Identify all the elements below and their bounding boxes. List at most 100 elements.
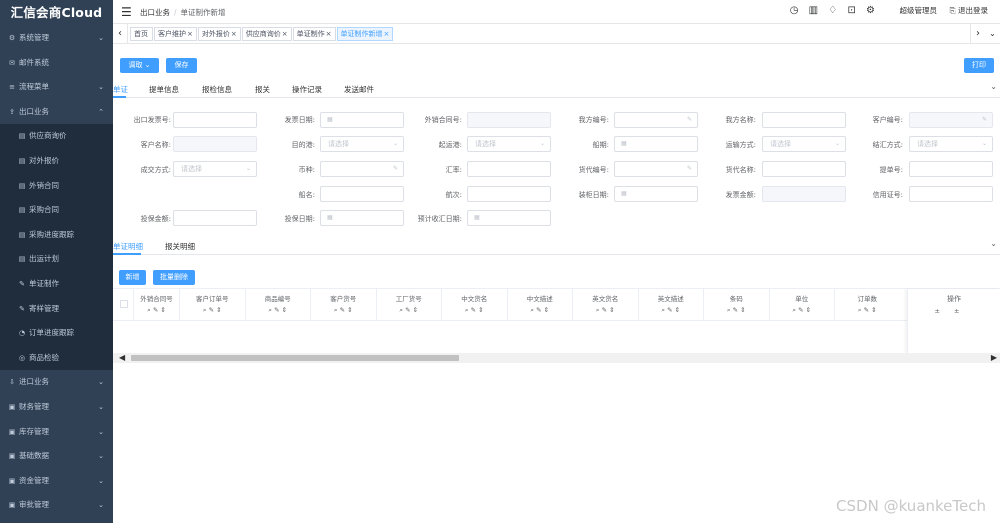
tab-tag[interactable]: 单证制作× — [292, 27, 336, 41]
sidebar-item[interactable]: ▤ 供应商询价 — [0, 124, 113, 149]
tab-tag[interactable]: 单证制作新增× — [336, 27, 394, 41]
sidebar-item[interactable]: ✎ 单证制作 — [0, 271, 113, 297]
column-tools[interactable]: ⌕ ✎ ⇕ — [508, 306, 573, 315]
sidebar-item[interactable]: ▣ 库存管理 ⌄ — [0, 420, 113, 445]
sidebar-item[interactable]: ⇪ 出口业务 ⌃ — [0, 100, 113, 125]
batch-delete-button[interactable]: 批量删除 — [153, 270, 195, 285]
sidebar-item[interactable]: ▤ 外销合同 — [0, 173, 113, 199]
chevron-right-icon[interactable]: › — [970, 24, 985, 44]
fetch-button[interactable]: 调取 ⌄ — [120, 58, 159, 73]
close-icon[interactable]: × — [326, 30, 332, 38]
sidebar-item[interactable]: ▣ 审批管理 ⌄ — [0, 493, 113, 518]
column-tools[interactable]: ⌕ ✎ ⇕ — [770, 306, 835, 315]
chevron-down-icon[interactable]: ⌄ — [985, 24, 1000, 44]
edit-icon[interactable]: ✎ — [393, 162, 398, 176]
tab-tag[interactable]: 供应商询价× — [241, 27, 292, 41]
tab-tag[interactable]: 首页 — [130, 27, 153, 41]
invoice-no-input[interactable] — [173, 112, 257, 128]
close-icon[interactable]: × — [187, 30, 193, 38]
exchange-rate-input[interactable] — [467, 161, 551, 177]
load-port-select[interactable]: 请选择 ⌄ — [467, 136, 551, 152]
column-tools[interactable]: ⌕ ✎ ⇕ — [180, 306, 245, 315]
forwarder-no-input[interactable]: ✎ — [614, 161, 698, 177]
tab-customs[interactable]: 报关 — [255, 84, 270, 95]
sidebar-item[interactable]: ▤ 出运计划 — [0, 247, 113, 272]
column-tools[interactable]: ⌕ ✎ ⇕ — [377, 306, 442, 315]
currency-input[interactable]: ✎ — [320, 161, 404, 177]
close-icon[interactable]: × — [384, 30, 390, 38]
tab-inspection-info[interactable]: 报检信息 — [202, 84, 232, 95]
scroll-thumb[interactable] — [131, 355, 459, 361]
vessel-name-input[interactable] — [320, 186, 404, 202]
user-menu[interactable]: 超级管理员 — [900, 5, 938, 16]
settlement-select[interactable]: 请选择 ⌄ — [909, 136, 993, 152]
logout-button[interactable]: ⎘ 退出登录 — [950, 5, 988, 16]
print-button[interactable]: 打印 — [964, 58, 994, 73]
our-no-input[interactable]: ✎ — [614, 112, 698, 128]
gear-icon[interactable]: ⚙ — [866, 5, 875, 16]
lc-no-input[interactable] — [909, 186, 993, 202]
voyage-input[interactable] — [467, 186, 551, 202]
column-tools[interactable]: ⌕ ✎ ⇕ — [134, 306, 179, 315]
select-all-checkbox[interactable] — [120, 300, 128, 308]
tab-operation-log[interactable]: 操作记录 — [292, 84, 322, 95]
chevron-left-icon[interactable]: ‹ — [113, 24, 128, 44]
sidebar-item[interactable]: ≡ 流程菜单 ⌄ — [0, 75, 113, 100]
our-name-input[interactable] — [762, 112, 846, 128]
sidebar-item[interactable]: ⚙ 系统管理 ⌄ — [0, 26, 113, 51]
chevron-down-icon[interactable]: ⌄ — [990, 82, 997, 91]
add-row-button[interactable]: 新增 — [119, 270, 146, 285]
column-tools[interactable]: ⌕ ✎ ⇕ — [835, 306, 900, 315]
save-button[interactable]: 保存 — [166, 58, 197, 73]
transport-select[interactable]: 请选择 ⌄ — [762, 136, 846, 152]
column-tools[interactable]: ⌕ ✎ ⇕ — [704, 306, 769, 315]
horizontal-scrollbar[interactable]: ◀ ▶ — [113, 353, 1000, 363]
sidebar-item[interactable]: ▤ 采购进度跟踪 — [0, 222, 113, 248]
lock-icon[interactable]: ⊡ — [847, 5, 855, 16]
tab-send-email[interactable]: 发送邮件 — [344, 84, 374, 95]
invoice-date-picker[interactable]: ▦ — [320, 112, 404, 128]
tab-document-detail[interactable]: 单证明细 — [113, 241, 143, 252]
sidebar-item[interactable]: ⇩ 进口业务 ⌄ — [0, 370, 113, 395]
expected-fx-date-picker[interactable]: ▦ — [467, 210, 551, 226]
sidebar-item[interactable]: ◎ 商品检验 — [0, 345, 113, 371]
tab-customs-detail[interactable]: 报关明细 — [165, 241, 195, 252]
edit-icon[interactable]: ✎ — [687, 162, 692, 176]
hamburger-icon[interactable]: ☰ — [121, 5, 132, 19]
sidebar-item[interactable]: ▣ 资金管理 ⌄ — [0, 469, 113, 494]
sidebar-item[interactable]: ▣ 财务管理 ⌄ — [0, 395, 113, 420]
chevron-down-icon[interactable]: ⌄ — [990, 239, 997, 248]
column-tools[interactable]: ⌕ ✎ ⇕ — [442, 306, 507, 315]
scroll-left-icon[interactable]: ◀ — [119, 353, 125, 363]
sidebar-item[interactable]: ▤ 采购合同 — [0, 198, 113, 223]
tab-document[interactable]: 单证 — [113, 84, 128, 95]
dashboard-icon[interactable]: ◷ — [790, 5, 799, 16]
destination-select[interactable]: 请选择 ⌄ — [320, 136, 404, 152]
scroll-right-icon[interactable]: ▶ — [991, 353, 997, 363]
insured-amount-input[interactable] — [173, 210, 257, 226]
bell-icon[interactable]: ♢ — [828, 5, 837, 16]
tab-tag[interactable]: 对外报价× — [197, 27, 241, 41]
column-tools[interactable]: ⌕ ✎ ⇕ — [246, 306, 311, 315]
report-icon[interactable]: ▥ — [809, 5, 818, 16]
close-icon[interactable]: × — [282, 30, 288, 38]
loading-date-picker[interactable]: ▦ — [614, 186, 698, 202]
tab-bl-info[interactable]: 提单信息 — [149, 84, 179, 95]
column-tools[interactable]: ⌕ ✎ ⇕ — [311, 306, 376, 315]
edit-icon[interactable]: ✎ — [687, 113, 692, 127]
sidebar-item[interactable]: ▣ 基础数据 ⌄ — [0, 444, 113, 469]
breadcrumb-item[interactable]: 出口业务 — [140, 8, 170, 17]
insure-date-picker[interactable]: ▦ — [320, 210, 404, 226]
operation-tools[interactable]: ±± — [908, 307, 1000, 315]
sidebar-item[interactable]: ✉ 邮件系统 — [0, 51, 113, 76]
vessel-date-picker[interactable]: ▦ — [614, 136, 698, 152]
tab-tag[interactable]: 客户维护× — [154, 27, 197, 41]
edit-icon[interactable]: ✎ — [982, 113, 987, 127]
sidebar-item[interactable]: ✎ 寄样管理 — [0, 296, 113, 322]
trade-terms-select[interactable]: 请选择 ⌄ — [173, 161, 257, 177]
bl-no-input[interactable] — [909, 161, 993, 177]
sidebar-item[interactable]: ▤ 对外报价 — [0, 148, 113, 174]
column-tools[interactable]: ⌕ ✎ ⇕ — [639, 306, 704, 315]
close-icon[interactable]: × — [231, 30, 237, 38]
column-tools[interactable]: ⌕ ✎ ⇕ — [573, 306, 638, 315]
